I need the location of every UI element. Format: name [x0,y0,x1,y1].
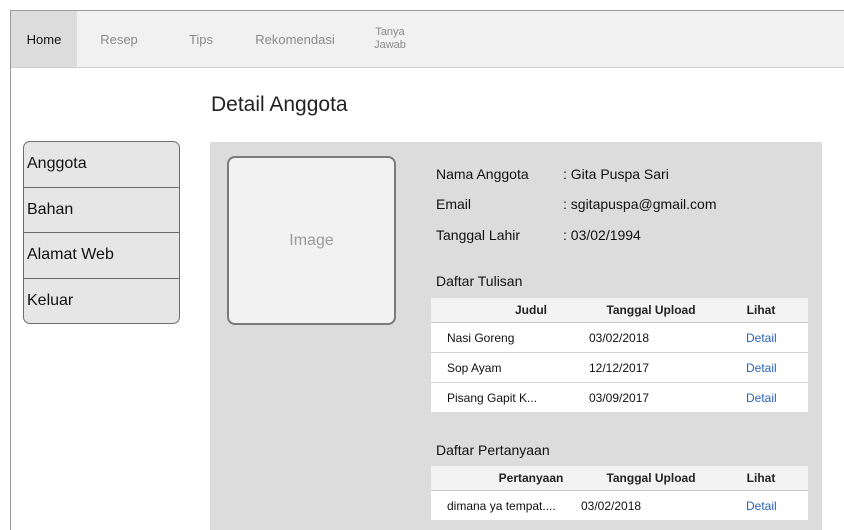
table-row: Nasi Goreng 03/02/2018 Detail [431,323,808,353]
sidebar: Anggota Bahan Alamat Web Keluar [23,141,180,324]
table-header: Pertanyaan Tanggal Upload Lihat [431,466,808,491]
cell-judul: Sop Ayam [447,360,502,375]
table-header: Judul Tanggal Upload Lihat [431,298,808,323]
cell-tanggal: 03/09/2017 [589,390,650,405]
cell-judul: Nasi Goreng [447,330,515,345]
detail-link[interactable]: Detail [746,383,777,412]
column-header-tanggal: Tanggal Upload [606,471,696,485]
tab-resep[interactable]: Resep [89,11,149,67]
profile-image-placeholder: Image [227,156,396,325]
column-header-lihat: Lihat [746,303,776,317]
tab-tanya-jawab-line1: Tanya [375,26,405,38]
info-value-tanggal-lahir: : 03/02/1994 [563,227,641,243]
tab-tanya-jawab[interactable]: Tanya Jawab [365,11,415,67]
info-label-tanggal-lahir: Tanggal Lahir [436,227,521,243]
tab-tips[interactable]: Tips [181,11,221,67]
info-label-email: Email [436,196,472,212]
daftar-tulisan-title: Daftar Tulisan [436,273,523,289]
top-navigation: Home Resep Tips Rekomendasi Tanya Jawab [11,11,844,68]
tab-tanya-jawab-line2: Jawab [374,39,406,51]
sidebar-item-bahan[interactable]: Bahan [24,188,179,233]
table-row: dimana ya tempat.... 03/02/2018 Detail [431,491,808,520]
cell-judul: Pisang Gapit K... [447,390,538,405]
detail-link[interactable]: Detail [746,353,777,382]
sidebar-item-anggota[interactable]: Anggota [24,142,179,188]
info-value-nama: : Gita Puspa Sari [563,166,669,182]
sidebar-item-keluar[interactable]: Keluar [24,279,179,324]
cell-pertanyaan: dimana ya tempat.... [447,498,556,513]
tulisan-table: Judul Tanggal Upload Lihat Nasi Goreng 0… [431,298,808,412]
daftar-pertanyaan-title: Daftar Pertanyaan [436,442,550,458]
tab-rekomendasi[interactable]: Rekomendasi [245,11,345,67]
info-label-nama: Nama Anggota [436,166,529,182]
detail-link[interactable]: Detail [746,323,777,352]
image-placeholder-label: Image [289,231,334,249]
column-header-tanggal: Tanggal Upload [606,303,696,317]
tab-home[interactable]: Home [11,11,77,67]
info-value-email: : sgitapuspa@gmail.com [563,196,717,212]
table-row: Sop Ayam 12/12/2017 Detail [431,353,808,383]
cell-tanggal: 12/12/2017 [589,360,650,375]
pertanyaan-table: Pertanyaan Tanggal Upload Lihat dimana y… [431,466,808,520]
column-header-lihat: Lihat [746,471,776,485]
cell-tanggal: 03/02/2018 [581,498,642,513]
cell-tanggal: 03/02/2018 [589,330,650,345]
table-row: Pisang Gapit K... 03/09/2017 Detail [431,383,808,412]
page-title: Detail Anggota [211,93,348,116]
detail-link[interactable]: Detail [746,491,777,520]
sidebar-item-alamat-web[interactable]: Alamat Web [24,233,179,279]
